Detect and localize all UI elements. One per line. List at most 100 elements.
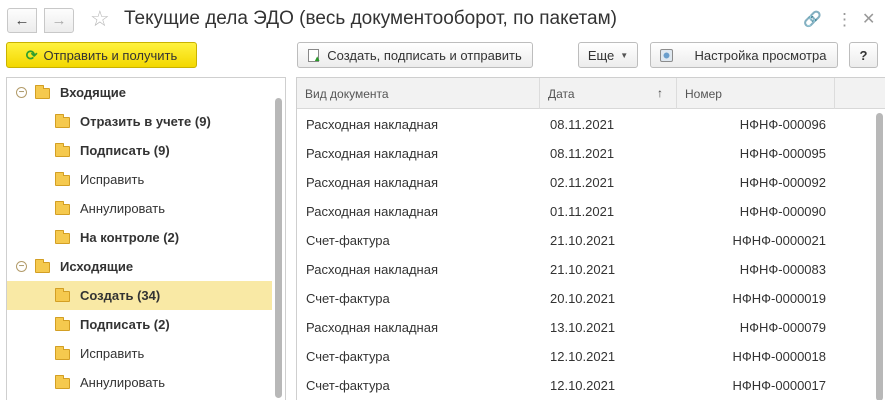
- cell-type: Расходная накладная: [306, 262, 439, 277]
- cell-number: НФНФ-000092: [739, 175, 826, 190]
- table-row[interactable]: Расходная накладная 21.10.2021 НФНФ-0000…: [297, 255, 885, 284]
- tree-group-outgoing[interactable]: − Исходящие: [7, 252, 272, 281]
- collapse-icon[interactable]: −: [16, 261, 27, 272]
- tree-item-label: Создать (34): [80, 288, 161, 303]
- folder-icon: [35, 85, 50, 99]
- cell-type: Расходная накладная: [306, 204, 439, 219]
- cell-number: НФНФ-0000021: [732, 233, 826, 248]
- table-row[interactable]: Счет-фактура 21.10.2021 НФНФ-0000021: [297, 226, 885, 255]
- table-scrollbar[interactable]: [876, 113, 883, 400]
- tree-item-label: Аннулировать: [80, 375, 165, 390]
- sort-ascending-icon[interactable]: ↑: [657, 86, 663, 100]
- cell-date: 12.10.2021: [550, 378, 616, 393]
- tree-item-selected[interactable]: Создать (34): [7, 281, 272, 310]
- favorite-star-icon[interactable]: ☆: [90, 6, 110, 32]
- forward-button[interactable]: →: [44, 8, 74, 33]
- column-header-number[interactable]: Номер: [677, 78, 835, 109]
- send-receive-button[interactable]: ⟳ Отправить и получить: [6, 42, 197, 68]
- cell-type: Счет-фактура: [306, 378, 390, 393]
- tree-item[interactable]: Подписать (9): [7, 136, 272, 165]
- more-label: Еще: [587, 47, 615, 63]
- tree-item-label: Отразить в учете (9): [80, 114, 211, 129]
- tree-item[interactable]: Аннулировать: [7, 194, 272, 223]
- cell-type: Расходная накладная: [306, 320, 439, 335]
- cell-number: НФНФ-000096: [739, 117, 826, 132]
- send-receive-label: Отправить и получить: [43, 47, 178, 63]
- cell-number: НФНФ-0000017: [732, 378, 826, 393]
- document-upload-icon: [308, 48, 321, 63]
- tree-item[interactable]: Исправить: [7, 165, 272, 194]
- arrow-left-icon: ←: [14, 12, 30, 29]
- documents-table[interactable]: Вид документа Дата ↑ Номер Расходная нак…: [296, 77, 885, 400]
- cell-date: 21.10.2021: [550, 262, 616, 277]
- title-bar: ← → ☆ Текущие дела ЭДО (весь документооб…: [0, 0, 885, 40]
- tree-item-label: Исправить: [80, 172, 145, 187]
- help-button[interactable]: ?: [849, 42, 878, 68]
- tree-group-label: Входящие: [60, 85, 126, 100]
- tree-item-label: Подписать (9): [80, 143, 170, 158]
- cell-type: Расходная накладная: [306, 146, 439, 161]
- column-header-type[interactable]: Вид документа: [297, 78, 540, 109]
- cell-number: НФНФ-0000018: [732, 349, 826, 364]
- arrow-right-icon: →: [51, 12, 67, 29]
- cell-number: НФНФ-000083: [739, 262, 826, 277]
- cell-number: НФНФ-000090: [739, 204, 826, 219]
- collapse-icon[interactable]: −: [16, 87, 27, 98]
- cell-date: 13.10.2021: [550, 320, 616, 335]
- table-row[interactable]: Расходная накладная 08.11.2021 НФНФ-0000…: [297, 110, 885, 139]
- table-header: Вид документа Дата ↑ Номер: [297, 78, 885, 109]
- tree-item[interactable]: На контроле (2): [7, 223, 272, 252]
- cell-date: 08.11.2021: [550, 146, 615, 161]
- link-icon[interactable]: 🔗: [803, 10, 822, 30]
- tree-group-label: Исходящие: [60, 259, 134, 274]
- folder-icon: [55, 317, 70, 331]
- close-icon[interactable]: ✕: [862, 10, 875, 30]
- cell-number: НФНФ-000079: [739, 320, 826, 335]
- tree-item[interactable]: Отразить в учете (9): [7, 107, 272, 136]
- create-sign-send-label: Создать, подписать и отправить: [327, 47, 522, 63]
- folder-icon: [55, 230, 70, 244]
- tree-item[interactable]: Аннулировать: [7, 368, 272, 397]
- cell-date: 12.10.2021: [550, 349, 616, 364]
- cell-date: 02.11.2021: [550, 175, 615, 190]
- folder-icon: [55, 375, 70, 389]
- folder-icon: [55, 288, 70, 302]
- tree-item-label: Аннулировать: [80, 201, 165, 216]
- back-button[interactable]: ←: [7, 8, 37, 33]
- tree-item-label: На контроле (2): [80, 230, 180, 245]
- folder-tree[interactable]: − Входящие Отразить в учете (9) Подписат…: [6, 77, 286, 400]
- more-button[interactable]: Еще ▼: [578, 42, 638, 68]
- tree-scrollbar[interactable]: [275, 98, 282, 398]
- folder-icon: [55, 114, 70, 128]
- tree-item-label: Исправить: [80, 346, 145, 361]
- view-settings-button[interactable]: Настройка просмотра: [650, 42, 838, 68]
- cell-date: 08.11.2021: [550, 117, 615, 132]
- refresh-icon: ⟳: [25, 46, 38, 63]
- cell-number: НФНФ-0000019: [732, 291, 826, 306]
- cell-type: Расходная накладная: [306, 175, 439, 190]
- table-row[interactable]: Расходная накладная 08.11.2021 НФНФ-0000…: [297, 139, 885, 168]
- settings-view-icon: [659, 48, 673, 62]
- cell-type: Счет-фактура: [306, 349, 390, 364]
- cell-type: Расходная накладная: [306, 117, 439, 132]
- tree-item[interactable]: Подписать (2): [7, 310, 272, 339]
- create-sign-send-button[interactable]: Создать, подписать и отправить: [297, 42, 533, 68]
- cell-date: 21.10.2021: [550, 233, 616, 248]
- cell-number: НФНФ-000095: [739, 146, 826, 161]
- cell-type: Счет-фактура: [306, 291, 390, 306]
- table-row[interactable]: Счет-фактура 20.10.2021 НФНФ-0000019: [297, 284, 885, 313]
- tree-group-incoming[interactable]: − Входящие: [7, 78, 272, 107]
- table-row[interactable]: Расходная накладная 01.11.2021 НФНФ-0000…: [297, 197, 885, 226]
- tree-item[interactable]: Исправить: [7, 339, 272, 368]
- view-settings-label: Настройка просмотра: [694, 47, 827, 63]
- folder-icon: [55, 346, 70, 360]
- more-vertical-icon[interactable]: ⋮: [836, 10, 853, 30]
- table-row[interactable]: Расходная накладная 02.11.2021 НФНФ-0000…: [297, 168, 885, 197]
- table-row[interactable]: Счет-фактура 12.10.2021 НФНФ-0000018: [297, 342, 885, 371]
- table-row[interactable]: Счет-фактура 12.10.2021 НФНФ-0000017: [297, 371, 885, 400]
- table-row[interactable]: Расходная накладная 13.10.2021 НФНФ-0000…: [297, 313, 885, 342]
- folder-icon: [55, 201, 70, 215]
- tree-item-label: Подписать (2): [80, 317, 170, 332]
- folder-icon: [55, 172, 70, 186]
- chevron-down-icon: ▼: [620, 50, 629, 60]
